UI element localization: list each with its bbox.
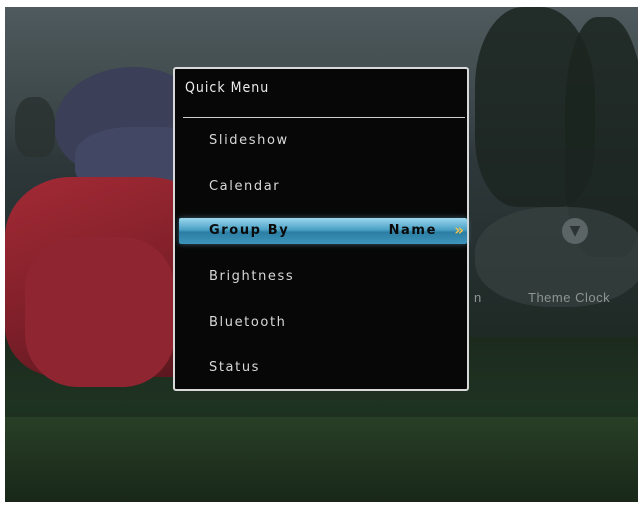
- menu-item-calendar[interactable]: Calendar: [209, 179, 280, 194]
- quick-menu-panel: Quick Menu Slideshow Calendar Group By N…: [173, 67, 469, 391]
- person-jacket: [25, 237, 175, 387]
- clock-icon: ▼: [562, 218, 588, 244]
- menu-item-bluetooth[interactable]: Bluetooth: [209, 315, 287, 330]
- menu-item-status[interactable]: Status: [209, 360, 260, 375]
- menu-item-label: Group By: [209, 223, 290, 238]
- group-by-value: Name: [388, 223, 437, 238]
- menu-item-slideshow[interactable]: Slideshow: [209, 133, 289, 148]
- theme-clock-label: Theme Clock: [528, 290, 611, 305]
- background-label: n: [474, 290, 482, 305]
- menu-divider: [183, 117, 465, 118]
- menu-title: Quick Menu: [185, 80, 270, 96]
- grass-foreground: [5, 417, 638, 502]
- menu-item-brightness[interactable]: Brightness: [209, 269, 294, 284]
- menu-item-group-by[interactable]: Group By Name »: [179, 218, 467, 244]
- tree: [15, 97, 55, 157]
- double-chevron-right-icon[interactable]: »: [454, 221, 464, 239]
